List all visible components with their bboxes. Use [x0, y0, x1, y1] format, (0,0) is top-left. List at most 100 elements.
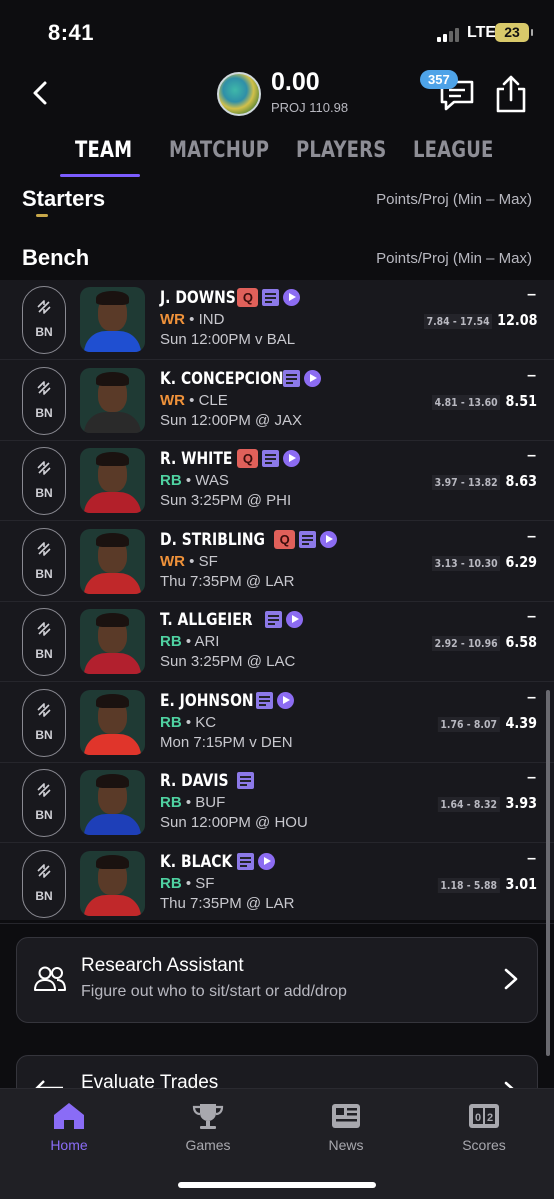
player-game-time: Sun 12:00PM @ JAX	[160, 411, 302, 429]
bench-slot-button[interactable]: BN	[22, 447, 66, 515]
projection-range: 4.81 - 13.60	[431, 394, 500, 410]
back-icon[interactable]	[26, 78, 56, 108]
player-avatar[interactable]	[80, 367, 145, 433]
research-assistant-card[interactable]: Research Assistant Figure out who to sit…	[16, 937, 538, 1023]
video-play-icon[interactable]	[283, 289, 301, 306]
player-note-icon[interactable]	[265, 611, 283, 628]
player-points: –	[527, 849, 536, 867]
player-avatar[interactable]	[80, 850, 145, 916]
player-avatar[interactable]	[80, 287, 145, 352]
player-row[interactable]: BN R. DAVIS RB • BUF Sun 12:00PM @ HOU – 1.64…	[0, 763, 554, 843]
player-position: RB	[160, 713, 182, 731]
player-row[interactable]: BN E. JOHNSON RB • KC Mon 7:15PM v DEN – 1.76…	[0, 683, 554, 763]
player-position: WR	[160, 552, 185, 570]
player-name[interactable]: E. JOHNSON	[160, 691, 254, 711]
player-name[interactable]: K. CONCEPCION	[160, 369, 284, 389]
player-note-icon[interactable]	[262, 289, 280, 306]
chevron-right-icon	[504, 968, 518, 990]
network-label: LTE	[467, 24, 497, 41]
bench-slot-button[interactable]: BN	[22, 688, 66, 757]
nav-scores[interactable]: 0 2 Scores	[434, 1101, 534, 1161]
player-name[interactable]: J. DOWNS	[160, 288, 236, 308]
player-avatar[interactable]	[80, 448, 145, 513]
player-name[interactable]: K. BLACK	[160, 852, 232, 872]
home-indicator	[178, 1182, 376, 1188]
player-note-icon[interactable]	[283, 369, 301, 387]
player-points: –	[527, 769, 536, 786]
bench-slot-button[interactable]: BN	[22, 849, 66, 918]
bench-slot-button[interactable]: BN	[22, 527, 66, 596]
bench-slot-button[interactable]: BN	[22, 286, 66, 354]
player-position: RB	[160, 472, 182, 489]
player-note-icon[interactable]	[262, 450, 280, 467]
bench-slot-button[interactable]: BN	[22, 769, 66, 837]
bench-list: BN J. DOWNS Q WR • IND Sun 12:00PM v BAL –7.8…	[0, 280, 554, 924]
team-logo[interactable]	[217, 72, 261, 116]
video-play-icon[interactable]	[320, 530, 338, 548]
projection-range: 3.97 - 13.82	[431, 475, 500, 490]
player-name[interactable]: D. STRIBLING	[160, 530, 265, 550]
tab-players[interactable]: PLAYERS	[296, 138, 386, 163]
player-avatar[interactable]	[80, 770, 145, 835]
battery-icon: 23	[495, 23, 533, 42]
scrollbar[interactable]	[546, 690, 550, 1056]
scores-icon: 0 2	[469, 1104, 499, 1128]
player-avatar[interactable]	[80, 689, 145, 755]
player-row[interactable]: BN R. WHITE Q RB • WAS Sun 3:25PM @ PHI – 3.97…	[0, 441, 554, 521]
news-icon	[332, 1104, 360, 1128]
video-play-icon[interactable]	[283, 450, 301, 467]
tab-league[interactable]: LEAGUE	[413, 138, 494, 163]
player-projection: 6.58	[505, 633, 537, 651]
player-row[interactable]: BN J. DOWNS Q WR • IND Sun 12:00PM v BAL – 7.8…	[0, 280, 554, 360]
player-note-icon[interactable]	[255, 691, 273, 709]
swap-icon	[37, 541, 51, 556]
video-play-icon[interactable]	[304, 369, 322, 387]
nav-news[interactable]: News	[296, 1101, 396, 1161]
video-play-icon[interactable]	[286, 611, 304, 628]
player-position: WR	[160, 391, 185, 409]
video-play-icon[interactable]	[276, 691, 294, 709]
player-position-team: RB • WAS	[160, 472, 229, 489]
tab-matchup[interactable]: MATCHUP	[169, 138, 269, 163]
player-projection: 4.39	[505, 713, 537, 732]
player-row[interactable]: BN D. STRIBLING Q WR • SF Thu 7:35PM @ LAR – 3…	[0, 522, 554, 602]
projection-range: 1.64 - 8.32	[438, 797, 500, 812]
nav-games-label: Games	[185, 1137, 231, 1153]
status-time: 8:41	[48, 20, 95, 45]
player-game-time: Sun 3:25PM @ LAC	[160, 653, 296, 670]
nav-news-label: News	[328, 1137, 364, 1153]
player-team: SF	[195, 874, 215, 892]
nav-games[interactable]: Games	[158, 1101, 258, 1161]
player-note-icon[interactable]	[237, 772, 255, 789]
player-game-time: Sun 12:00PM @ HOU	[160, 814, 308, 831]
projection-range: 1.18 - 5.88	[438, 877, 500, 893]
research-assistant-title: Research Assistant	[81, 955, 244, 976]
tab-team[interactable]: TEAM	[75, 138, 132, 163]
player-note-icon[interactable]	[237, 852, 255, 870]
player-game-time: Thu 7:35PM @ LAR	[160, 572, 295, 590]
player-name[interactable]: R. DAVIS	[160, 771, 229, 791]
questionable-badge: Q	[237, 449, 259, 468]
swap-icon	[37, 461, 51, 475]
bench-slot-button[interactable]: BN	[22, 608, 66, 676]
video-play-icon[interactable]	[258, 852, 276, 870]
questionable-badge: Q	[237, 288, 259, 307]
nav-home[interactable]: Home	[19, 1101, 119, 1161]
player-projection: 12.08	[496, 311, 537, 329]
player-row[interactable]: BN K. CONCEPCION WR • CLE Sun 12:00PM @ JAX…	[0, 361, 554, 441]
player-avatar[interactable]	[80, 609, 145, 674]
player-projection: 8.63	[505, 472, 537, 490]
player-note-icon[interactable]	[299, 530, 317, 548]
swap-icon	[37, 863, 51, 878]
player-row[interactable]: BN K. BLACK RB • SF Thu 7:35PM @ LAR – 1.18 -…	[0, 844, 554, 924]
home-icon	[54, 1103, 84, 1129]
player-name[interactable]: T. ALLGEIER	[160, 610, 253, 630]
player-position-team: WR • CLE	[160, 391, 228, 409]
player-avatar[interactable]	[80, 528, 145, 594]
bench-slot-button[interactable]: BN	[22, 366, 66, 435]
share-icon[interactable]	[494, 74, 528, 114]
projection-range: 3.13 - 10.30	[431, 555, 500, 571]
tab-bar: TEAM MATCHUP PLAYERS LEAGUE	[0, 130, 554, 178]
player-name[interactable]: R. WHITE	[160, 449, 232, 469]
player-row[interactable]: BN T. ALLGEIER RB • ARI Sun 3:25PM @ LAC – 2.…	[0, 602, 554, 682]
